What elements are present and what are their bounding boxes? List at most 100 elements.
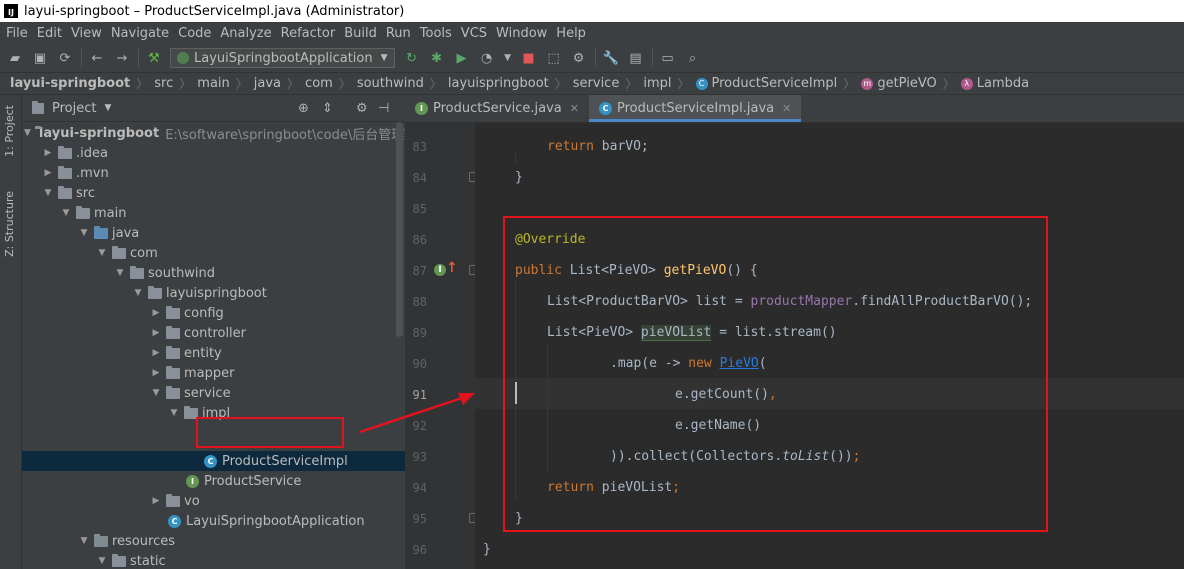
chevron-down-icon[interactable]: ▼ <box>104 103 111 113</box>
coverage-icon[interactable]: ▶ <box>453 49 471 67</box>
tree-item-java[interactable]: ▼ java <box>22 223 405 243</box>
breadcrumb-com[interactable]: com <box>305 76 333 91</box>
package-icon <box>166 493 180 507</box>
line-number: 93 <box>412 450 427 464</box>
back-arrow-icon[interactable]: ← <box>88 49 106 67</box>
override-up-arrow-icon[interactable]: ↑ <box>446 260 458 276</box>
collapsed-arrow-icon: ▶ <box>152 328 160 338</box>
chevron-down-icon[interactable]: ▼ <box>503 49 513 67</box>
line-number: 95 <box>412 512 427 526</box>
tree-item-productservice[interactable]: I ProductService <box>22 471 405 491</box>
menu-window[interactable]: Window <box>496 26 547 41</box>
expanded-arrow-icon: ▼ <box>98 248 106 258</box>
menu-tools[interactable]: Tools <box>420 26 452 41</box>
intellij-logo-icon: IJ <box>4 4 18 18</box>
menu-navigate[interactable]: Navigate <box>111 26 169 41</box>
toolbar-separator <box>651 49 653 67</box>
stop-icon[interactable]: ■ <box>520 49 538 67</box>
folder-icon <box>58 185 72 199</box>
tree-item-application[interactable]: C LayuiSpringbootApplication <box>22 511 405 531</box>
implements-marker-icon[interactable]: I <box>434 264 446 276</box>
tree-item-label: config <box>184 305 224 321</box>
project-view-select[interactable]: Project <box>52 101 96 116</box>
profile-icon[interactable]: ◔ <box>478 49 496 67</box>
tree-item-controller[interactable]: ▶ controller <box>22 323 405 343</box>
tree-item-mvn[interactable]: ▶ .mvn <box>22 163 405 183</box>
line-number: 87 <box>412 264 427 278</box>
breadcrumb-java[interactable]: java <box>254 76 281 91</box>
breadcrumb-southwind[interactable]: southwind <box>357 76 424 91</box>
settings-wrench-icon[interactable]: 🔧 <box>602 49 620 67</box>
chevron-right-icon: 〉 <box>235 77 248 91</box>
tree-item-src[interactable]: ▼ src <box>22 183 405 203</box>
tree-item-service[interactable]: ▼ service <box>22 383 405 403</box>
tree-item-layuispringboot[interactable]: ▼ layuispringboot <box>22 283 405 303</box>
package-icon <box>112 245 126 259</box>
save-all-icon[interactable]: ▣ <box>31 49 49 67</box>
breadcrumb-service[interactable]: service <box>573 76 620 91</box>
hide-panel-icon[interactable]: ⊣ <box>378 101 389 116</box>
breadcrumb-method[interactable]: getPieVO <box>877 76 936 91</box>
breadcrumb-main[interactable]: main <box>197 76 229 91</box>
tree-item-com[interactable]: ▼ com <box>22 243 405 263</box>
project-panel-header: Project ▼ ⊕ ⇕ ⚙ ⊣ <box>22 95 405 122</box>
attach-debugger-icon[interactable]: ⬚ <box>545 49 563 67</box>
package-icon <box>166 385 180 399</box>
breadcrumb-src[interactable]: src <box>154 76 173 91</box>
update-icon[interactable]: ⚙ <box>570 49 588 67</box>
menu-build[interactable]: Build <box>344 26 377 41</box>
collapse-all-icon[interactable]: ⇕ <box>322 101 333 116</box>
tree-item-static[interactable]: ▼ static <box>22 551 405 569</box>
menu-analyze[interactable]: Analyze <box>220 26 271 41</box>
menu-code[interactable]: Code <box>178 26 211 41</box>
chevron-right-icon: 〉 <box>554 77 567 91</box>
menu-help[interactable]: Help <box>556 26 586 41</box>
gear-icon[interactable]: ⚙ <box>356 101 368 116</box>
tree-item-config[interactable]: ▶ config <box>22 303 405 323</box>
tree-item-main[interactable]: ▼ main <box>22 203 405 223</box>
terminal-icon[interactable]: ▭ <box>659 49 677 67</box>
tab-productservice[interactable]: I ProductService.java ✕ <box>405 95 589 122</box>
breadcrumb-project[interactable]: layui-springboot <box>10 76 130 91</box>
tree-item-label: static <box>130 553 166 569</box>
menu-edit[interactable]: Edit <box>37 26 62 41</box>
project-scrollbar[interactable] <box>396 122 403 337</box>
run-configuration-select[interactable]: LayuiSpringbootApplication ▼ <box>170 48 395 68</box>
breadcrumb-impl[interactable]: impl <box>643 76 671 91</box>
open-folder-icon[interactable]: ▰ <box>6 49 24 67</box>
menu-view[interactable]: View <box>71 26 102 41</box>
project-tool-tab[interactable]: 1: Project <box>3 105 16 157</box>
locate-icon[interactable]: ⊕ <box>298 101 309 116</box>
tab-productserviceimpl[interactable]: C ProductServiceImpl.java ✕ <box>589 95 802 122</box>
menu-vcs[interactable]: VCS <box>461 26 487 41</box>
tree-item-label: ProductService <box>204 473 302 489</box>
forward-arrow-icon[interactable]: → <box>113 49 131 67</box>
rerun-icon[interactable]: ↻ <box>403 49 421 67</box>
breadcrumb-layuispringboot[interactable]: layuispringboot <box>448 76 549 91</box>
collapsed-arrow-icon: ▶ <box>152 308 160 318</box>
sync-icon[interactable]: ⟳ <box>56 49 74 67</box>
search-icon[interactable]: ⌕ <box>684 49 702 67</box>
tree-item-southwind[interactable]: ▼ southwind <box>22 263 405 283</box>
build-hammer-icon[interactable]: ⚒ <box>145 49 163 67</box>
menu-refactor[interactable]: Refactor <box>281 26 336 41</box>
left-tool-strip: 1: Project Z: Structure <box>0 95 22 569</box>
debug-icon[interactable]: ✱ <box>428 49 446 67</box>
breadcrumb-lambda[interactable]: Lambda <box>977 76 1029 91</box>
tab-label: ProductService.java <box>433 101 562 116</box>
close-icon[interactable]: ✕ <box>570 102 579 115</box>
tree-item-resources[interactable]: ▼ resources <box>22 531 405 551</box>
tree-item-vo[interactable]: ▶ vo <box>22 491 405 511</box>
close-icon[interactable]: ✕ <box>782 102 791 115</box>
project-view-icon <box>32 100 44 114</box>
menu-run[interactable]: Run <box>386 26 411 41</box>
project-structure-icon[interactable]: ▤ <box>627 49 645 67</box>
tree-item-idea[interactable]: ▶ .idea <box>22 143 405 163</box>
breadcrumb-class[interactable]: ProductServiceImpl <box>712 76 838 91</box>
menu-file[interactable]: File <box>6 26 28 41</box>
tree-item-project-root[interactable]: ▼ layui-springboot E:\software\springboot\… <box>22 123 405 143</box>
structure-tool-tab[interactable]: Z: Structure <box>3 191 16 257</box>
tree-item-entity[interactable]: ▶ entity <box>22 343 405 363</box>
tree-item-productserviceimpl[interactable]: C ProductServiceImpl <box>22 451 405 471</box>
tree-item-mapper[interactable]: ▶ mapper <box>22 363 405 383</box>
